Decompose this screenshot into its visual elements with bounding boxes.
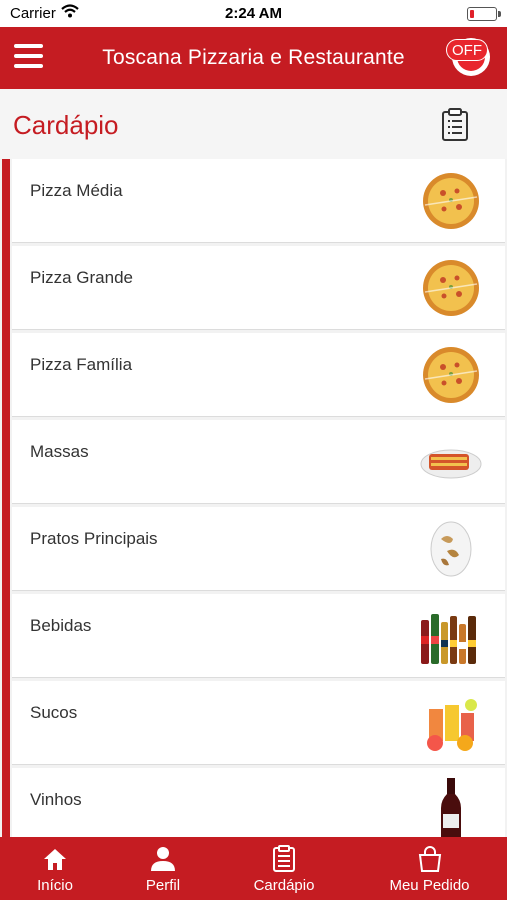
- category-label: Pizza Família: [30, 355, 133, 374]
- tab-cardapio[interactable]: Cardápio: [216, 837, 352, 900]
- category-item-pizza-familia[interactable]: Pizza Família: [12, 333, 505, 417]
- pizza-image: [423, 260, 479, 316]
- clock: 2:24 AM: [225, 5, 282, 22]
- tab-inicio[interactable]: Início: [0, 837, 110, 900]
- wine-image: [441, 778, 461, 837]
- home-icon: [44, 849, 66, 870]
- battery-icon: [467, 7, 501, 21]
- section-heading: Cardápio: [0, 89, 507, 159]
- page-title: Cardápio: [13, 110, 119, 140]
- tab-label: Meu Pedido: [389, 877, 470, 894]
- bag-icon: [418, 846, 441, 872]
- tab-perfil[interactable]: Perfil: [110, 837, 216, 900]
- category-item-vinhos[interactable]: Vinhos: [12, 768, 505, 837]
- category-item-sucos[interactable]: Sucos: [12, 681, 505, 765]
- category-label: Sucos: [30, 703, 78, 722]
- tab-label: Cardápio: [253, 877, 315, 894]
- category-label: Pratos Principais: [30, 529, 158, 548]
- app-header: Toscana Pizzaria e Restaurante OFF: [0, 27, 507, 89]
- store-status-toggle[interactable]: OFF: [446, 36, 494, 80]
- juices-image: [427, 699, 477, 751]
- main-dish-image: [430, 521, 472, 577]
- category-label: Pizza Média: [30, 181, 123, 200]
- drinks-image: [421, 614, 476, 664]
- category-item-massas[interactable]: Massas: [12, 420, 505, 504]
- clipboard-icon[interactable]: [441, 108, 469, 142]
- tab-label: Início: [37, 877, 73, 894]
- category-item-bebidas[interactable]: Bebidas: [12, 594, 505, 678]
- category-item-pratos-principais[interactable]: Pratos Principais: [12, 507, 505, 591]
- menu-category-list: Pizza Média Pizza Grande Pizza Família M…: [0, 159, 507, 837]
- app-title: Toscana Pizzaria e Restaurante: [102, 46, 405, 69]
- lasagna-image: [420, 449, 482, 479]
- category-label: Vinhos: [30, 790, 82, 809]
- category-item-pizza-media[interactable]: Pizza Média: [12, 159, 505, 243]
- status-off-badge: OFF: [446, 39, 488, 61]
- category-label: Massas: [30, 442, 89, 461]
- tab-meu-pedido[interactable]: Meu Pedido: [352, 837, 507, 900]
- category-item-pizza-grande[interactable]: Pizza Grande: [12, 246, 505, 330]
- clipboard-icon: [273, 845, 295, 872]
- category-label: Pizza Grande: [30, 268, 133, 287]
- tab-label: Perfil: [145, 877, 181, 894]
- pizza-image: [423, 347, 479, 403]
- person-icon: [151, 847, 175, 871]
- pizza-image: [423, 173, 479, 229]
- category-label: Bebidas: [30, 616, 92, 635]
- status-bar: Carrier 2:24 AM: [0, 0, 507, 27]
- bottom-tab-bar: Início Perfil Cardápio Meu Pedido: [0, 837, 507, 900]
